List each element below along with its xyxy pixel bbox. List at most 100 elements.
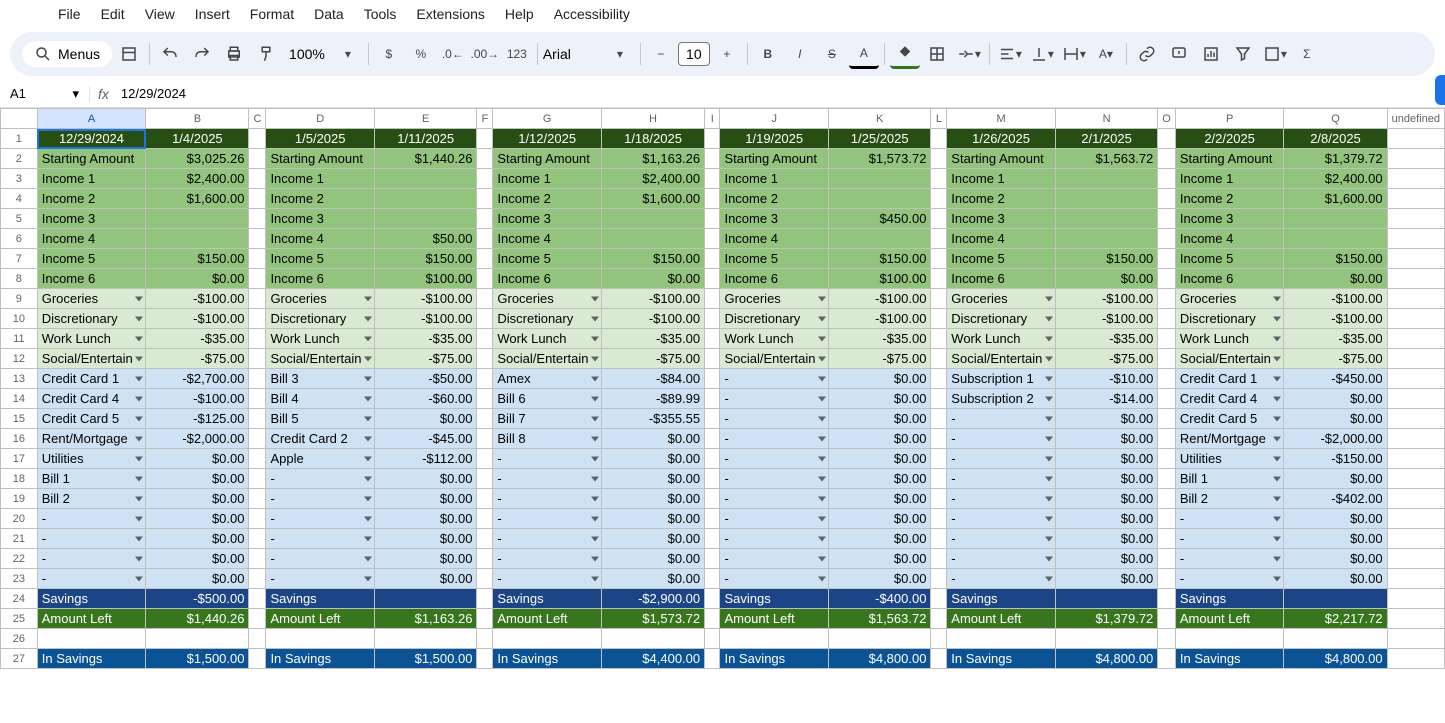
cell[interactable]: Starting Amount — [947, 149, 1056, 169]
dropdown-icon[interactable] — [364, 496, 372, 501]
row-header[interactable]: 20 — [1, 509, 38, 529]
cell[interactable]: -$10.00 — [1055, 369, 1157, 389]
cell[interactable] — [477, 489, 493, 509]
cell[interactable]: Credit Card 5 — [37, 409, 146, 429]
cell[interactable] — [249, 429, 266, 449]
cell[interactable]: 1/11/2025 — [374, 129, 476, 149]
cell[interactable]: 1/19/2025 — [720, 129, 829, 149]
cell[interactable]: Income 6 — [493, 269, 602, 289]
dropdown-icon[interactable] — [135, 376, 143, 381]
cell[interactable]: - — [720, 389, 829, 409]
menu-help[interactable]: Help — [497, 2, 542, 26]
dropdown-icon[interactable] — [591, 436, 599, 441]
cell[interactable]: Starting Amount — [37, 149, 146, 169]
cell[interactable]: $4,800.00 — [1055, 649, 1157, 669]
cell[interactable] — [1387, 409, 1444, 429]
cell[interactable] — [705, 509, 720, 529]
cell[interactable]: $1,563.72 — [1055, 149, 1157, 169]
cell[interactable]: - — [947, 469, 1056, 489]
dropdown-icon[interactable] — [1273, 576, 1281, 581]
cell[interactable] — [1387, 569, 1444, 589]
cell[interactable]: $1,440.26 — [146, 609, 249, 629]
cell[interactable]: Income 3 — [37, 209, 146, 229]
cell[interactable]: $1,163.26 — [601, 149, 704, 169]
cell[interactable] — [477, 509, 493, 529]
cell[interactable]: - — [720, 429, 829, 449]
cell[interactable]: Discretionary — [493, 309, 602, 329]
dropdown-icon[interactable] — [1273, 416, 1281, 421]
cell[interactable]: $1,600.00 — [1284, 189, 1387, 209]
cell[interactable]: Bill 3 — [266, 369, 375, 389]
cell[interactable]: - — [266, 509, 375, 529]
cell[interactable] — [146, 209, 249, 229]
cell[interactable]: -$100.00 — [601, 289, 704, 309]
cell[interactable]: $0.00 — [1284, 389, 1387, 409]
cell[interactable] — [1387, 269, 1444, 289]
cell[interactable] — [477, 409, 493, 429]
dropdown-icon[interactable] — [1045, 436, 1053, 441]
cell[interactable]: -$100.00 — [1055, 289, 1157, 309]
menu-edit[interactable]: Edit — [93, 2, 133, 26]
cell[interactable]: Income 3 — [1175, 209, 1284, 229]
cell[interactable]: Income 3 — [720, 209, 829, 229]
cell[interactable] — [1158, 509, 1176, 529]
dropdown-icon[interactable] — [364, 576, 372, 581]
col-header[interactable]: A — [37, 109, 146, 129]
cell[interactable]: Savings — [266, 589, 375, 609]
row-header[interactable]: 11 — [1, 329, 38, 349]
cell[interactable]: $150.00 — [601, 249, 704, 269]
cell[interactable] — [477, 469, 493, 489]
cell[interactable]: -$355.55 — [601, 409, 704, 429]
col-header[interactable]: J — [720, 109, 829, 129]
cell[interactable] — [931, 349, 947, 369]
cell[interactable] — [931, 529, 947, 549]
formula-input[interactable]: 12/29/2024 — [117, 86, 190, 101]
cell[interactable]: - — [266, 569, 375, 589]
cell[interactable]: $0.00 — [828, 409, 930, 429]
dropdown-icon[interactable] — [1273, 376, 1281, 381]
cell[interactable]: 1/12/2025 — [493, 129, 602, 149]
font-size-input[interactable] — [678, 42, 710, 66]
cell[interactable] — [1387, 329, 1444, 349]
cell[interactable] — [828, 629, 930, 649]
dropdown-icon[interactable] — [1273, 556, 1281, 561]
dropdown-icon[interactable] — [591, 516, 599, 521]
cell[interactable]: Social/Entertain — [1175, 349, 1284, 369]
cell[interactable]: Income 6 — [720, 269, 829, 289]
cell[interactable]: Subscription 1 — [947, 369, 1056, 389]
cell[interactable]: - — [1175, 569, 1284, 589]
cell[interactable] — [931, 649, 947, 669]
cell[interactable]: -$500.00 — [146, 589, 249, 609]
cell[interactable] — [705, 229, 720, 249]
dropdown-icon[interactable] — [591, 556, 599, 561]
cell[interactable] — [1158, 629, 1176, 649]
cell[interactable] — [931, 229, 947, 249]
dropdown-icon[interactable] — [135, 296, 143, 301]
dropdown-icon[interactable] — [1045, 376, 1053, 381]
cell[interactable] — [1158, 429, 1176, 449]
cell[interactable]: $0.00 — [1055, 409, 1157, 429]
dropdown-icon[interactable] — [818, 536, 826, 541]
cell[interactable]: $0.00 — [1284, 529, 1387, 549]
cell[interactable] — [1387, 349, 1444, 369]
cell[interactable] — [374, 209, 476, 229]
cell[interactable]: - — [720, 549, 829, 569]
cell[interactable] — [931, 289, 947, 309]
col-header[interactable]: undefined — [1387, 109, 1444, 129]
cell[interactable] — [477, 549, 493, 569]
cell[interactable]: -$35.00 — [1055, 329, 1157, 349]
cell[interactable] — [705, 609, 720, 629]
cell[interactable] — [931, 149, 947, 169]
dropdown-icon[interactable] — [818, 556, 826, 561]
cell[interactable]: Income 6 — [37, 269, 146, 289]
cell[interactable]: -$112.00 — [374, 449, 476, 469]
bold-icon[interactable]: B — [753, 39, 783, 69]
cell[interactable]: - — [720, 469, 829, 489]
cell[interactable] — [1387, 229, 1444, 249]
cell[interactable]: $4,800.00 — [828, 649, 930, 669]
cell[interactable] — [249, 409, 266, 429]
cell[interactable]: Bill 4 — [266, 389, 375, 409]
cell[interactable] — [705, 269, 720, 289]
cell[interactable]: $1,500.00 — [146, 649, 249, 669]
cell[interactable] — [601, 209, 704, 229]
